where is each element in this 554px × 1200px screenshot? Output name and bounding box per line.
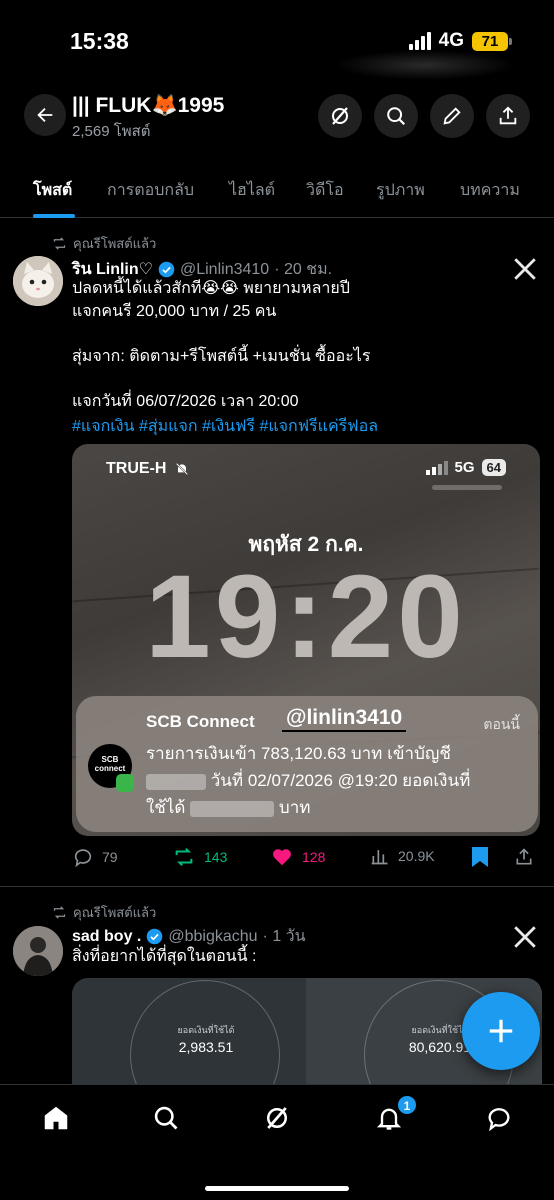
search-icon (154, 1106, 178, 1130)
verified-badge-icon (158, 261, 175, 278)
cellular-signal-icon (408, 32, 431, 50)
search-icon (387, 107, 406, 126)
home-indicator (205, 1186, 349, 1191)
image-battery: 64 (481, 459, 506, 476)
post-text-line: แจกวันที่ 06/07/2026 เวลา 20:00 (72, 393, 299, 410)
grok-button[interactable] (318, 94, 362, 138)
verified-badge-icon (147, 928, 163, 945)
post-text-line: ปลดหนี้ได้แล้วสักที😭😭 พยายามหลายปี (72, 280, 350, 297)
bottom-navigation: 1 (0, 1084, 554, 1200)
nav-grok[interactable] (260, 1101, 294, 1135)
repost-label: คุณรีโพสต์แล้ว (73, 236, 157, 251)
share-post-button[interactable] (514, 846, 534, 868)
tab-videos[interactable]: วิดีโอ (306, 178, 344, 203)
repost-icon (175, 848, 193, 866)
bookmark-icon (472, 847, 488, 867)
grok-icon (267, 1107, 287, 1129)
author-handle[interactable]: @Linlin3410 (180, 261, 269, 279)
nav-messages[interactable] (482, 1101, 516, 1135)
balance-circle: ยอดเงินที่ใช้ได้ 2,983.51 (130, 980, 280, 1088)
tab-replies[interactable]: การตอบกลับ (107, 178, 194, 203)
like-button[interactable]: 128 (270, 846, 325, 868)
notification-count-badge: 1 (397, 1095, 417, 1115)
repost-label: คุณรีโพสต์แล้ว (73, 905, 157, 920)
lockscreen-clock: 19:20 (145, 551, 467, 683)
views-button[interactable]: 20.9K (370, 846, 435, 866)
battery-level: 71 (472, 31, 508, 51)
network-type: 4G (438, 30, 464, 51)
tab-highlights[interactable]: ไฮไลต์ (229, 178, 275, 203)
notification-app-name: SCB Connect (146, 712, 255, 731)
home-icon (44, 1106, 68, 1130)
battery-icon: 71 (472, 31, 512, 51)
avatar[interactable] (13, 256, 63, 306)
views-count: 20.9K (398, 848, 435, 864)
back-button[interactable] (24, 94, 66, 136)
message-icon (488, 1108, 510, 1132)
bookmark-button[interactable] (470, 846, 490, 868)
like-count: 128 (302, 849, 326, 865)
plus-icon (489, 1019, 513, 1043)
post-hashtags[interactable]: #แจกเงิน #สุ่มแจก #เงินฟรี #แจกฟรีแค่รีฟ… (72, 414, 378, 439)
pencil-icon (443, 107, 461, 125)
notification-body: รายการเงินเข้า 783,120.63 บาท เข้าบัญชี … (146, 744, 471, 817)
post-image[interactable]: TRUE-H 5G 64 พฤหัส 2 ก.ค. 19:20 SCB Conn… (72, 444, 540, 836)
share-icon (516, 848, 532, 865)
cellular-signal-icon (425, 460, 448, 475)
watermark-handle: @linlin3410 (282, 706, 407, 732)
image-status-indicators: 5G 64 (425, 459, 506, 476)
image-carrier: TRUE-H (106, 460, 190, 478)
post-divider (0, 886, 554, 887)
repost-indicator: คุณรีโพสต์แล้ว (52, 902, 156, 923)
tab-photos[interactable]: รูปภาพ (376, 178, 425, 203)
status-time: 15:38 (70, 28, 129, 54)
post-text-line: แจกคนรี 20,000 บาท / 25 คน (72, 303, 277, 320)
nav-home[interactable] (39, 1101, 73, 1135)
author-handle[interactable]: @bbigkachu (168, 928, 257, 946)
post-text-line: สิ่งที่อยากได้ที่สุดในตอนนี้ : (72, 948, 257, 965)
grok-icon (332, 107, 348, 125)
tab-posts[interactable]: โพสต์ (33, 178, 72, 203)
tab-articles[interactable]: บทความ (460, 178, 520, 203)
share-icon (499, 106, 517, 125)
share-button[interactable] (486, 94, 530, 138)
bank-notification: SCB Connect @linlin3410 ตอนนี้ SCB connec… (76, 696, 538, 832)
profile-tabs: โพสต์ การตอบกลับ ไฮไลต์ วิดีโอ รูปภาพ บท… (0, 160, 554, 218)
notification-time: ตอนนี้ (483, 716, 520, 732)
status-bar: 15:38 4G 71 (0, 0, 554, 80)
active-tab-indicator (33, 214, 75, 218)
repost-button[interactable]: 143 (172, 846, 227, 868)
repost-count: 143 (204, 849, 228, 865)
person-avatar-icon (13, 926, 63, 976)
blurred-region (335, 50, 515, 80)
status-indicators: 4G 71 (408, 30, 512, 52)
post-count: 2,569 โพสต์ (72, 123, 151, 140)
edit-button[interactable] (430, 94, 474, 138)
author-name[interactable]: sad boy . (72, 928, 141, 946)
repost-icon (53, 906, 66, 919)
avatar[interactable] (13, 926, 63, 976)
heart-icon (273, 849, 291, 866)
post-text-line: สุ่มจาก: ติดตาม+รีโพสต์นี้ +เมนชั่น ซื้อ… (72, 348, 371, 365)
profile-name: ||| FLUK🦊1995 (72, 94, 225, 117)
reply-icon (74, 849, 92, 868)
repost-icon (53, 237, 66, 250)
reply-button[interactable]: 79 (72, 846, 118, 868)
reply-count: 79 (102, 849, 118, 865)
arrow-left-icon (37, 107, 53, 123)
bar-chart-icon (371, 850, 388, 865)
post-actions: 79 143 128 20.9K (72, 846, 542, 872)
repost-indicator: คุณรีโพสต์แล้ว (52, 233, 156, 254)
search-button[interactable] (374, 94, 418, 138)
nav-search[interactable] (149, 1101, 183, 1135)
compose-button[interactable] (462, 992, 540, 1070)
line-badge-icon (116, 774, 134, 792)
profile-header: ||| FLUK🦊1995 2,569 โพสต์ (0, 80, 554, 146)
bell-off-icon (176, 462, 189, 476)
cat-avatar-icon (13, 256, 63, 306)
